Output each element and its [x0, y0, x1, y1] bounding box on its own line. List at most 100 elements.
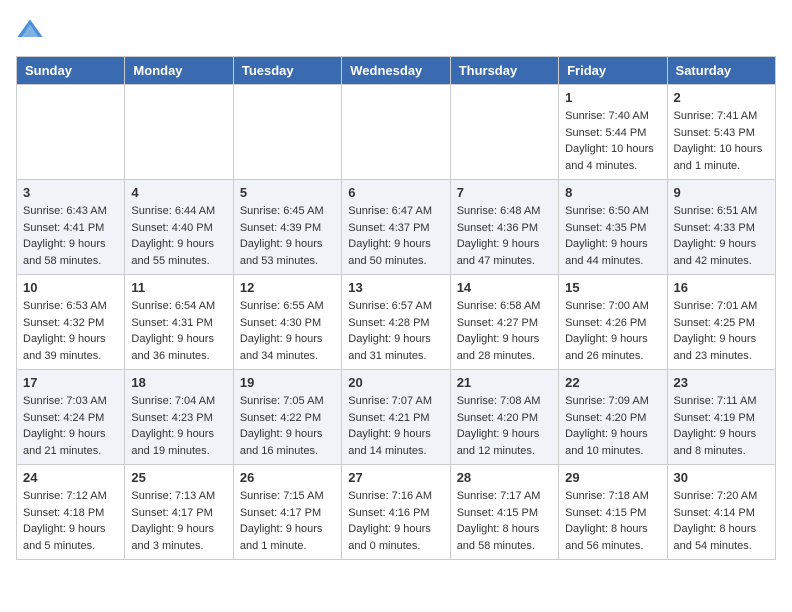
- daylight-text: Daylight: 9 hours and 0 minutes.: [348, 523, 431, 552]
- sunrise-text: Sunrise: 7:07 AM: [348, 395, 432, 407]
- calendar-week-row: 17 Sunrise: 7:03 AM Sunset: 4:24 PM Dayl…: [17, 370, 776, 465]
- sunrise-text: Sunrise: 6:48 AM: [457, 205, 541, 217]
- sunrise-text: Sunrise: 6:47 AM: [348, 205, 432, 217]
- day-number: 23: [674, 375, 769, 390]
- day-info: Sunrise: 7:41 AM Sunset: 5:43 PM Dayligh…: [674, 108, 769, 174]
- day-info: Sunrise: 6:47 AM Sunset: 4:37 PM Dayligh…: [348, 203, 443, 269]
- day-info: Sunrise: 7:17 AM Sunset: 4:15 PM Dayligh…: [457, 488, 552, 554]
- calendar-cell: 16 Sunrise: 7:01 AM Sunset: 4:25 PM Dayl…: [667, 275, 775, 370]
- day-info: Sunrise: 7:08 AM Sunset: 4:20 PM Dayligh…: [457, 393, 552, 459]
- sunset-text: Sunset: 4:20 PM: [565, 412, 646, 424]
- day-info: Sunrise: 7:13 AM Sunset: 4:17 PM Dayligh…: [131, 488, 226, 554]
- day-number: 14: [457, 280, 552, 295]
- daylight-text: Daylight: 9 hours and 42 minutes.: [674, 238, 757, 267]
- sunset-text: Sunset: 4:17 PM: [240, 507, 321, 519]
- calendar-cell: 12 Sunrise: 6:55 AM Sunset: 4:30 PM Dayl…: [233, 275, 341, 370]
- sunrise-text: Sunrise: 7:05 AM: [240, 395, 324, 407]
- calendar-cell: 23 Sunrise: 7:11 AM Sunset: 4:19 PM Dayl…: [667, 370, 775, 465]
- daylight-text: Daylight: 9 hours and 19 minutes.: [131, 428, 214, 457]
- sunrise-text: Sunrise: 7:09 AM: [565, 395, 649, 407]
- calendar-cell: 3 Sunrise: 6:43 AM Sunset: 4:41 PM Dayli…: [17, 180, 125, 275]
- day-info: Sunrise: 6:48 AM Sunset: 4:36 PM Dayligh…: [457, 203, 552, 269]
- sunset-text: Sunset: 4:31 PM: [131, 317, 212, 329]
- calendar-cell: [125, 85, 233, 180]
- daylight-text: Daylight: 9 hours and 26 minutes.: [565, 333, 648, 362]
- day-number: 10: [23, 280, 118, 295]
- daylight-text: Daylight: 9 hours and 55 minutes.: [131, 238, 214, 267]
- sunset-text: Sunset: 4:17 PM: [131, 507, 212, 519]
- calendar-cell: 30 Sunrise: 7:20 AM Sunset: 4:14 PM Dayl…: [667, 465, 775, 560]
- day-number: 16: [674, 280, 769, 295]
- sunrise-text: Sunrise: 7:41 AM: [674, 110, 758, 122]
- day-number: 6: [348, 185, 443, 200]
- sunset-text: Sunset: 5:44 PM: [565, 127, 646, 139]
- calendar-cell: 18 Sunrise: 7:04 AM Sunset: 4:23 PM Dayl…: [125, 370, 233, 465]
- calendar-cell: 28 Sunrise: 7:17 AM Sunset: 4:15 PM Dayl…: [450, 465, 558, 560]
- sunrise-text: Sunrise: 6:55 AM: [240, 300, 324, 312]
- sunrise-text: Sunrise: 7:13 AM: [131, 490, 215, 502]
- day-info: Sunrise: 6:45 AM Sunset: 4:39 PM Dayligh…: [240, 203, 335, 269]
- sunset-text: Sunset: 4:22 PM: [240, 412, 321, 424]
- sunrise-text: Sunrise: 6:58 AM: [457, 300, 541, 312]
- daylight-text: Daylight: 9 hours and 36 minutes.: [131, 333, 214, 362]
- logo-icon: [16, 16, 44, 44]
- daylight-text: Daylight: 9 hours and 31 minutes.: [348, 333, 431, 362]
- day-number: 4: [131, 185, 226, 200]
- col-header-thursday: Thursday: [450, 57, 558, 85]
- day-number: 9: [674, 185, 769, 200]
- day-number: 15: [565, 280, 660, 295]
- calendar-cell: 27 Sunrise: 7:16 AM Sunset: 4:16 PM Dayl…: [342, 465, 450, 560]
- sunrise-text: Sunrise: 7:16 AM: [348, 490, 432, 502]
- calendar-cell: 10 Sunrise: 6:53 AM Sunset: 4:32 PM Dayl…: [17, 275, 125, 370]
- calendar-cell: 5 Sunrise: 6:45 AM Sunset: 4:39 PM Dayli…: [233, 180, 341, 275]
- day-info: Sunrise: 7:20 AM Sunset: 4:14 PM Dayligh…: [674, 488, 769, 554]
- sunset-text: Sunset: 4:37 PM: [348, 222, 429, 234]
- day-number: 21: [457, 375, 552, 390]
- daylight-text: Daylight: 9 hours and 47 minutes.: [457, 238, 540, 267]
- sunset-text: Sunset: 4:25 PM: [674, 317, 755, 329]
- col-header-wednesday: Wednesday: [342, 57, 450, 85]
- day-info: Sunrise: 7:01 AM Sunset: 4:25 PM Dayligh…: [674, 298, 769, 364]
- day-info: Sunrise: 7:12 AM Sunset: 4:18 PM Dayligh…: [23, 488, 118, 554]
- day-number: 24: [23, 470, 118, 485]
- sunset-text: Sunset: 4:27 PM: [457, 317, 538, 329]
- day-info: Sunrise: 7:16 AM Sunset: 4:16 PM Dayligh…: [348, 488, 443, 554]
- col-header-friday: Friday: [559, 57, 667, 85]
- daylight-text: Daylight: 9 hours and 23 minutes.: [674, 333, 757, 362]
- day-number: 3: [23, 185, 118, 200]
- sunrise-text: Sunrise: 6:53 AM: [23, 300, 107, 312]
- day-number: 19: [240, 375, 335, 390]
- col-header-tuesday: Tuesday: [233, 57, 341, 85]
- sunset-text: Sunset: 4:21 PM: [348, 412, 429, 424]
- sunrise-text: Sunrise: 6:54 AM: [131, 300, 215, 312]
- sunset-text: Sunset: 4:35 PM: [565, 222, 646, 234]
- sunrise-text: Sunrise: 7:08 AM: [457, 395, 541, 407]
- day-number: 7: [457, 185, 552, 200]
- daylight-text: Daylight: 10 hours and 1 minute.: [674, 143, 763, 172]
- day-number: 5: [240, 185, 335, 200]
- daylight-text: Daylight: 9 hours and 8 minutes.: [674, 428, 757, 457]
- day-number: 25: [131, 470, 226, 485]
- day-info: Sunrise: 6:58 AM Sunset: 4:27 PM Dayligh…: [457, 298, 552, 364]
- day-info: Sunrise: 6:44 AM Sunset: 4:40 PM Dayligh…: [131, 203, 226, 269]
- day-info: Sunrise: 7:05 AM Sunset: 4:22 PM Dayligh…: [240, 393, 335, 459]
- sunrise-text: Sunrise: 7:12 AM: [23, 490, 107, 502]
- day-number: 11: [131, 280, 226, 295]
- daylight-text: Daylight: 8 hours and 54 minutes.: [674, 523, 757, 552]
- calendar-cell: 19 Sunrise: 7:05 AM Sunset: 4:22 PM Dayl…: [233, 370, 341, 465]
- day-info: Sunrise: 7:00 AM Sunset: 4:26 PM Dayligh…: [565, 298, 660, 364]
- sunset-text: Sunset: 4:14 PM: [674, 507, 755, 519]
- sunrise-text: Sunrise: 6:50 AM: [565, 205, 649, 217]
- sunset-text: Sunset: 4:15 PM: [457, 507, 538, 519]
- calendar-week-row: 24 Sunrise: 7:12 AM Sunset: 4:18 PM Dayl…: [17, 465, 776, 560]
- sunset-text: Sunset: 4:16 PM: [348, 507, 429, 519]
- daylight-text: Daylight: 9 hours and 21 minutes.: [23, 428, 106, 457]
- day-number: 18: [131, 375, 226, 390]
- calendar-header-row: SundayMondayTuesdayWednesdayThursdayFrid…: [17, 57, 776, 85]
- calendar-cell: 6 Sunrise: 6:47 AM Sunset: 4:37 PM Dayli…: [342, 180, 450, 275]
- sunset-text: Sunset: 4:18 PM: [23, 507, 104, 519]
- calendar-cell: 4 Sunrise: 6:44 AM Sunset: 4:40 PM Dayli…: [125, 180, 233, 275]
- calendar-cell: 11 Sunrise: 6:54 AM Sunset: 4:31 PM Dayl…: [125, 275, 233, 370]
- sunset-text: Sunset: 4:15 PM: [565, 507, 646, 519]
- sunrise-text: Sunrise: 7:11 AM: [674, 395, 757, 407]
